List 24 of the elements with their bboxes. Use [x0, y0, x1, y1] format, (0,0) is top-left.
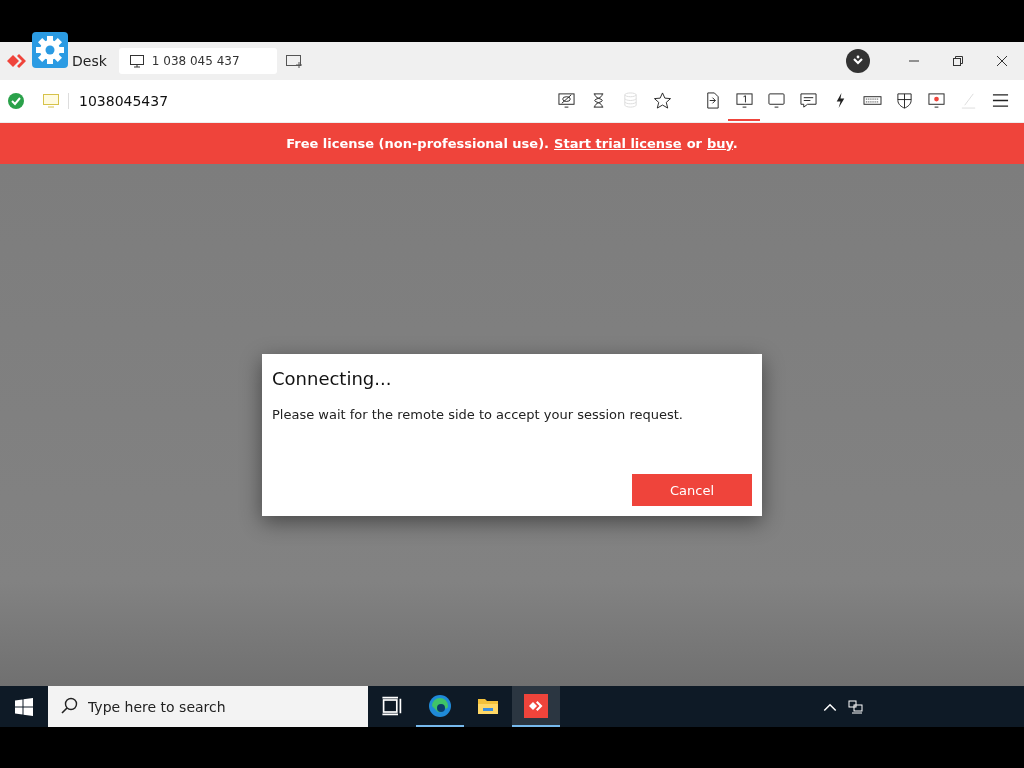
app-logo-icon	[524, 693, 548, 718]
dialog-message: Please wait for the remote side to accept your session request.	[272, 407, 684, 422]
browser-icon	[428, 693, 452, 718]
cancel-button[interactable]: Cancel	[632, 474, 752, 506]
monitor-icon	[42, 93, 69, 109]
buy-link[interactable]: buy	[707, 136, 733, 151]
anydesk-taskbar-button[interactable]	[512, 686, 560, 727]
app-name: Desk	[72, 53, 107, 69]
new-session-icon[interactable]	[284, 53, 303, 69]
restore-icon[interactable]	[952, 55, 964, 67]
search-icon	[60, 697, 78, 715]
address-text: 1038045437	[79, 93, 169, 109]
trial-link[interactable]: Start trial license	[554, 136, 682, 151]
banner-text: Free license (non-professional use).	[286, 136, 550, 151]
monitor-icon	[128, 53, 145, 69]
gear-icon[interactable]	[32, 32, 68, 68]
search-field[interactable]: Type here to search	[48, 686, 368, 727]
dialog-title: Connecting...	[272, 368, 393, 389]
download-icon[interactable]	[846, 49, 870, 73]
session-tab[interactable]: 1 038 045 437	[118, 48, 277, 74]
network-icon[interactable]	[848, 698, 864, 715]
start-icon[interactable]	[15, 697, 33, 716]
or-text: or	[686, 136, 702, 151]
close-icon[interactable]	[996, 55, 1008, 67]
